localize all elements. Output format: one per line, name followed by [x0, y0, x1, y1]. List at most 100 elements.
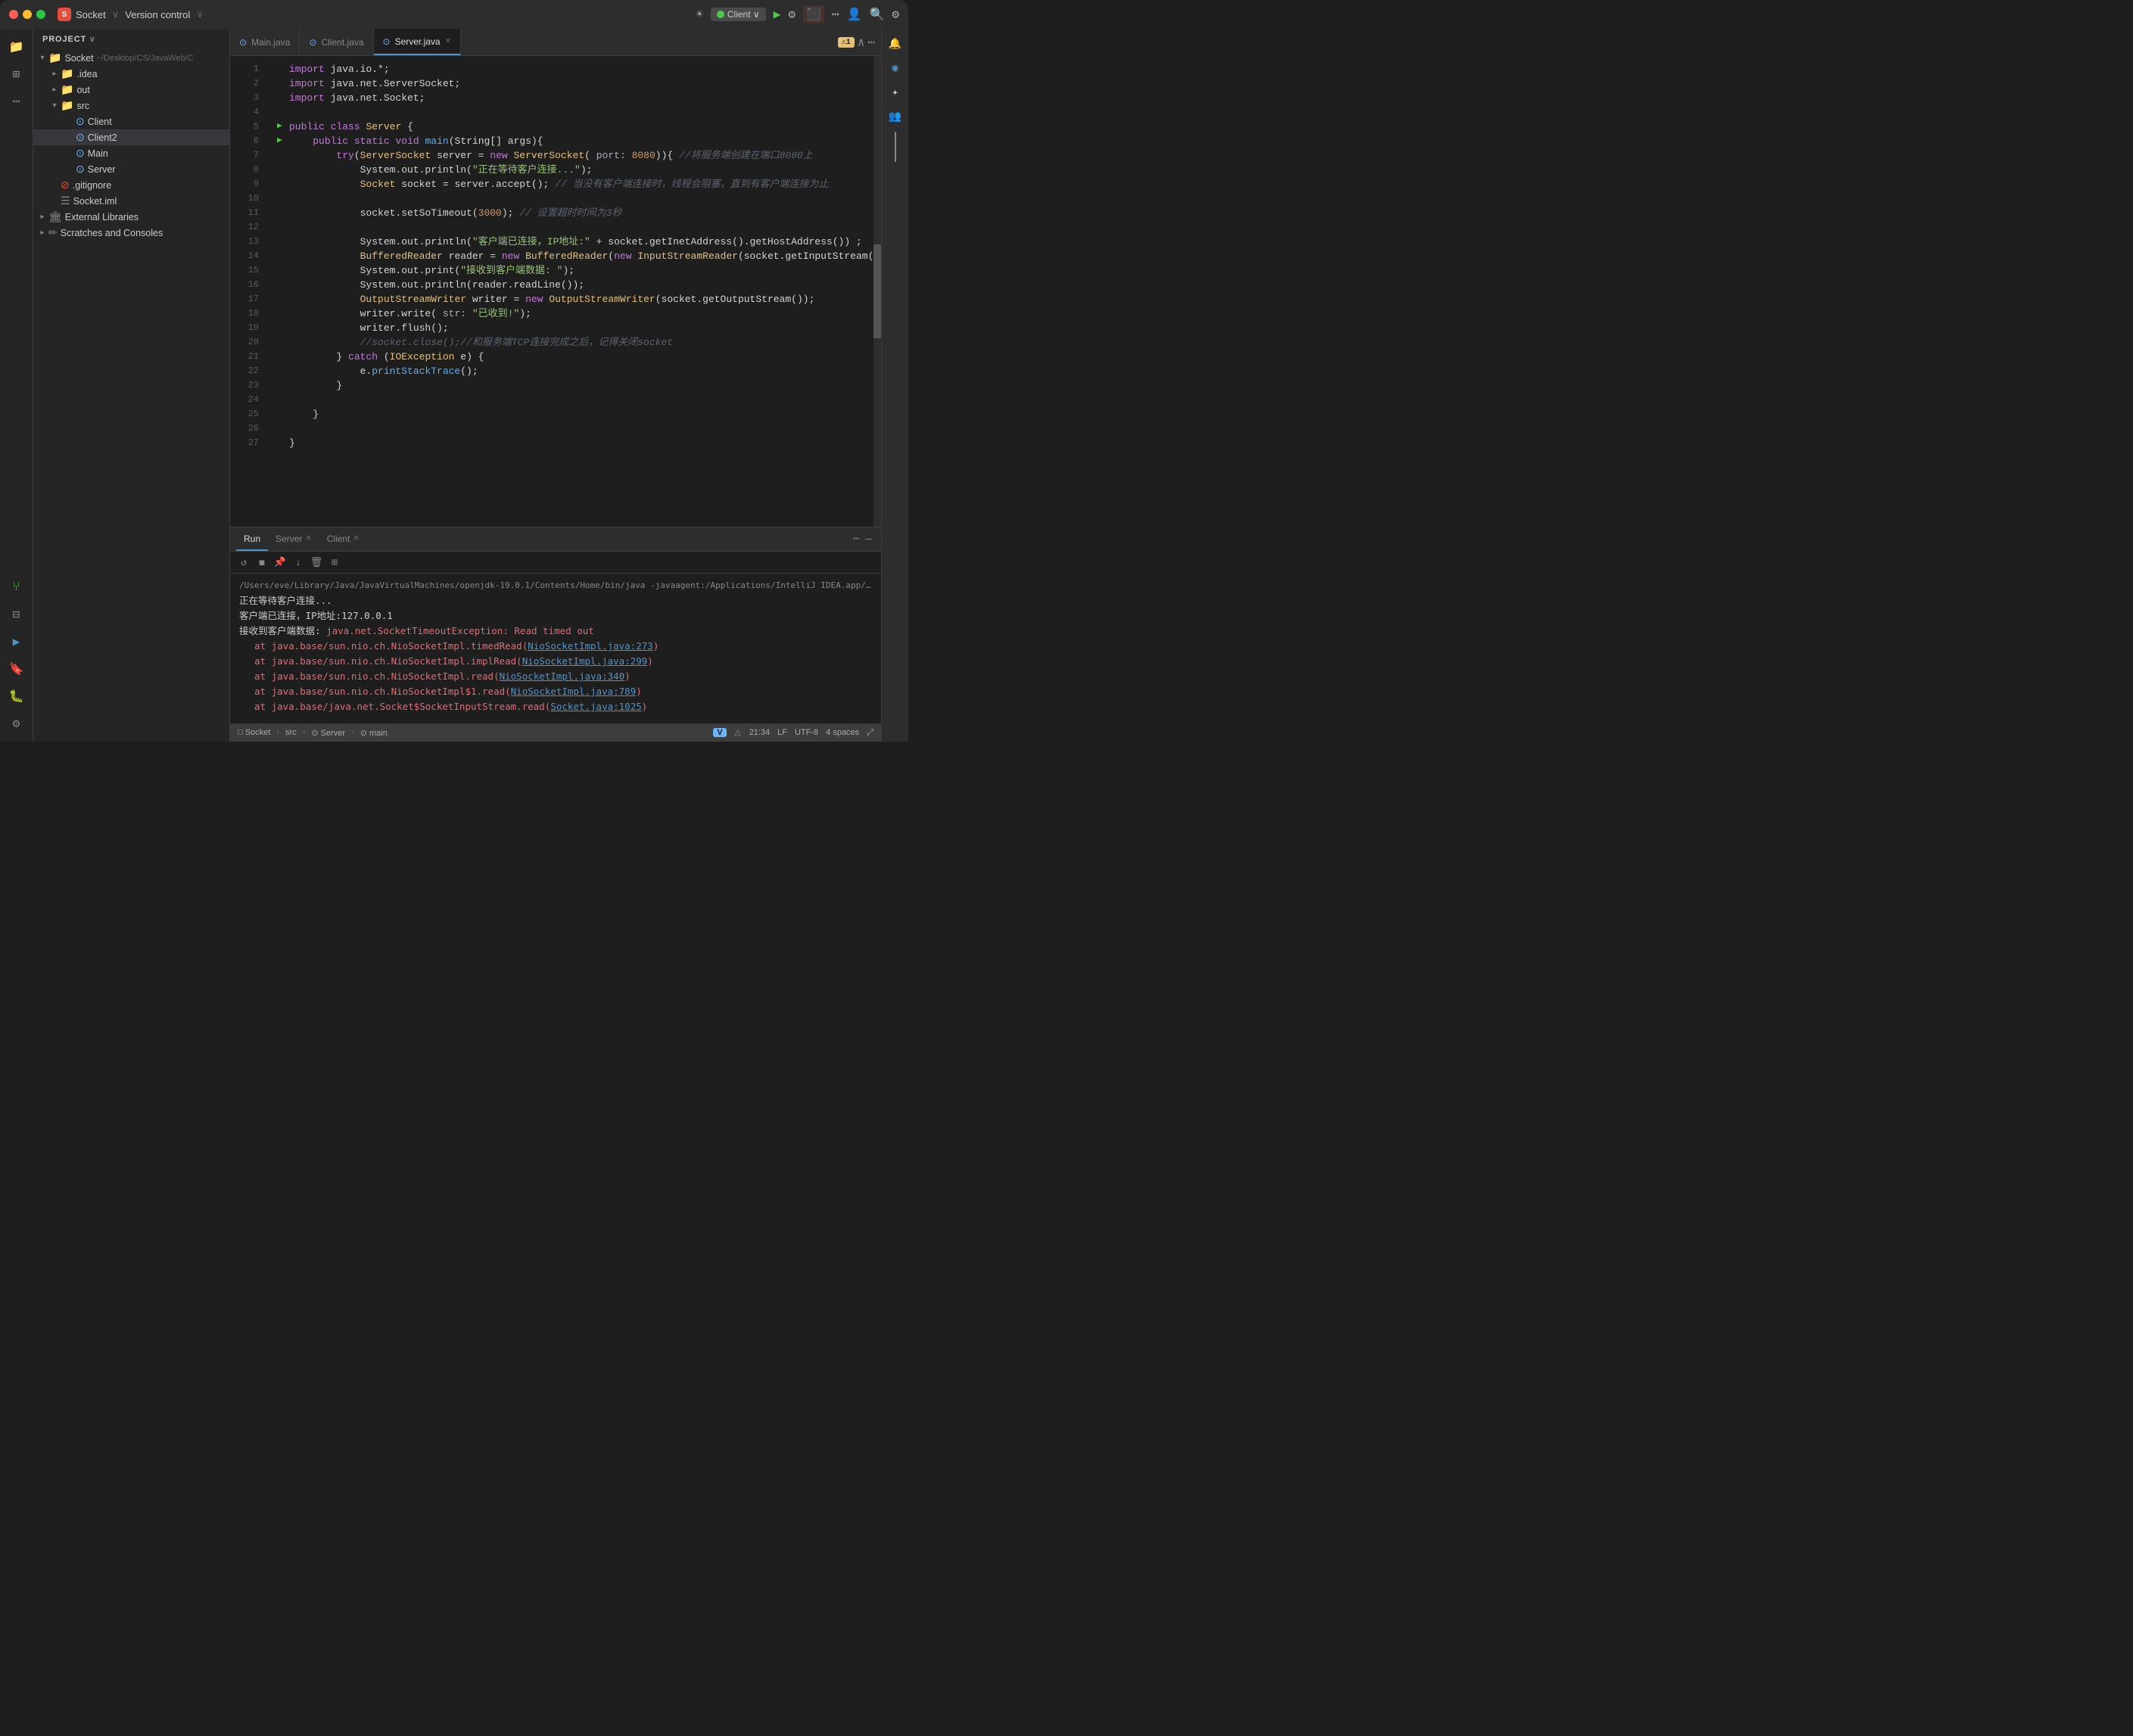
tree-item-idea[interactable]: ▸ 📁 .idea	[33, 66, 229, 82]
tree-label-gitignore: .gitignore	[73, 180, 111, 191]
minimize-button[interactable]	[23, 10, 32, 19]
client-run-dropdown[interactable]: Client ∨	[711, 8, 766, 21]
code-line-9: Socket socket = server.accept(); // 当没有客…	[274, 177, 873, 191]
tree-item-client2[interactable]: ⊙ Client2	[33, 129, 229, 145]
tree-item-src[interactable]: ▾ 📁 src	[33, 98, 229, 114]
console-error-3: at java.base/sun.nio.ch.NioSocketImpl.re…	[254, 669, 872, 684]
run-button[interactable]: ▶	[774, 7, 781, 22]
tree-label-socket-iml: Socket.iml	[73, 196, 117, 207]
bottom-tab-server[interactable]: Server ✕	[268, 527, 319, 551]
bottom-tab-client[interactable]: Client ✕	[319, 527, 367, 551]
tree-item-client[interactable]: ⊙ Client	[33, 114, 229, 129]
ai-assistant-icon[interactable]: ◉	[886, 59, 905, 77]
status-encoding[interactable]: UTF-8	[795, 728, 818, 737]
server-tab-close[interactable]: ✕	[305, 534, 311, 543]
tab-close-server[interactable]: ✕	[445, 37, 451, 45]
maximize-button[interactable]	[36, 10, 45, 19]
code-line-7: try(ServerSocket server = new ServerSock…	[274, 148, 873, 163]
left-icon-bar: 📁 ⊞ ⋯ ⑂ ⊟ ▶ 🔖 🐛 ⚙	[0, 29, 33, 742]
console-output: /Users/eve/Library/Java/JavaVirtualMachi…	[230, 574, 881, 723]
tree-item-scratches[interactable]: ▸ ✏ Scratches and Consoles	[33, 225, 229, 241]
status-server: ⊙ Server	[311, 728, 345, 738]
tree-label-socket: Socket	[64, 53, 93, 64]
right-bar-divider	[895, 132, 896, 162]
bottom-tabs: Run Server ✕ Client ✕ ⋯ —	[230, 527, 881, 552]
notifications-icon[interactable]: 🔔	[886, 35, 905, 53]
sun-icon[interactable]: ☀	[696, 7, 703, 22]
more-tools-icon[interactable]: ⋯	[5, 89, 29, 114]
clear-button[interactable]: 🗑	[309, 555, 324, 570]
tab-server-java[interactable]: ⊙ Server.java ✕	[374, 29, 461, 55]
code-line-21: } catch (IOException e) {	[274, 350, 873, 364]
status-v-icon[interactable]: V	[713, 728, 726, 737]
rerun-button[interactable]: ↺	[236, 555, 251, 570]
git-icon[interactable]: ⑂	[5, 575, 29, 599]
stop-button[interactable]: ◼	[254, 555, 269, 570]
debug-icon[interactable]: 🐛	[5, 684, 29, 708]
run-arrow-5[interactable]: ▶	[277, 120, 289, 134]
client-tab-close[interactable]: ✕	[353, 534, 359, 543]
sidebar-dropdown-icon[interactable]: ∨	[89, 36, 95, 44]
bottom-minimize-icon[interactable]: —	[863, 534, 875, 546]
error-link-4[interactable]: NioSocketImpl.java:789	[511, 686, 637, 697]
tab-expand-icon[interactable]: ⋯	[867, 35, 875, 50]
tree-item-server[interactable]: ⊙ Server	[33, 161, 229, 177]
status-warnings: ⚠	[734, 728, 742, 738]
record-button[interactable]: ⬛	[803, 5, 824, 23]
console-toolbar: ↺ ◼ 📌 ↓ 🗑 ⊞	[230, 552, 881, 574]
settings2-icon[interactable]: ⚙	[5, 711, 29, 736]
tree-arrow-idea: ▸	[48, 70, 61, 78]
close-button[interactable]	[9, 10, 18, 19]
code-line-6: ▶ public static void main(String[] args)…	[274, 134, 873, 148]
app-name[interactable]: Socket	[76, 9, 106, 20]
error-link-2[interactable]: NioSocketImpl.java:299	[522, 655, 648, 667]
search-icon[interactable]: 🔍	[869, 7, 884, 22]
user-icon[interactable]: 👤	[847, 7, 862, 22]
status-expand-icon[interactable]: ⤢	[867, 728, 873, 738]
tree-item-socket-iml[interactable]: ☰ Socket.iml	[33, 193, 229, 209]
terminal-icon[interactable]: ⊟	[5, 602, 29, 627]
java-icon-main: ⊙	[76, 147, 85, 160]
minimap-scrollbar[interactable]	[873, 56, 881, 527]
tab-client-java[interactable]: ⊙ Client.java	[300, 29, 373, 55]
code-line-23: }	[274, 378, 873, 393]
error-link-3[interactable]: NioSocketImpl.java:340	[500, 670, 625, 682]
tree-item-gitignore[interactable]: ⊘ .gitignore	[33, 177, 229, 193]
version-control-label[interactable]: Version control	[125, 9, 190, 20]
run-console-icon[interactable]: ▶	[5, 630, 29, 654]
tree-label-server: Server	[88, 164, 116, 175]
tree-arrow-socket: ▾	[36, 54, 48, 62]
tree-arrow-external-libs: ▸	[36, 213, 48, 221]
app-title: S Socket ∨ Version control ∨	[58, 8, 205, 21]
gear-icon[interactable]: ⚙	[892, 7, 899, 22]
structure-icon[interactable]: ⊞	[5, 62, 29, 86]
error-link-5[interactable]: Socket.java:1025	[550, 701, 641, 712]
status-lf[interactable]: LF	[777, 728, 787, 737]
bookmark-icon[interactable]: 🔖	[5, 657, 29, 681]
tree-item-main[interactable]: ⊙ Main	[33, 145, 229, 161]
line-numbers: 12345 678910 1112131415 1617181920 21222…	[230, 56, 268, 527]
copilot-icon[interactable]: ✦	[886, 83, 905, 101]
status-bar: □ Socket › src › ⊙ Server › ⊙ main V ⚠ 2…	[230, 723, 881, 742]
tab-collapse-icon[interactable]: ∧	[858, 35, 865, 50]
tree-label-scratches: Scratches and Consoles	[61, 228, 163, 238]
bottom-more-icon[interactable]: ⋯	[850, 533, 862, 546]
bottom-tab-run[interactable]: Run	[236, 527, 268, 551]
tree-item-out[interactable]: ▸ 📁 out	[33, 82, 229, 98]
plugin-icon[interactable]: 👥	[886, 107, 905, 126]
tree-item-external-libs[interactable]: ▸ 🏛 External Libraries	[33, 209, 229, 225]
tab-main-java[interactable]: ⊙ Main.java	[230, 29, 300, 55]
error-link-1[interactable]: NioSocketImpl.java:273	[528, 640, 653, 652]
tree-item-socket[interactable]: ▾ 📁 Socket ~/Desktop/CS/JavaWeb/C	[33, 50, 229, 66]
run-arrow-6[interactable]: ▶	[277, 134, 289, 148]
tab-bar: ⊙ Main.java ⊙ Client.java ⊙ Server.java …	[230, 29, 881, 56]
settings-icon[interactable]: ⚙	[788, 7, 796, 22]
folder-icon[interactable]: 📁	[5, 35, 29, 59]
server-tab-label: Server	[276, 534, 302, 544]
more-icon[interactable]: ⋯	[832, 7, 839, 22]
pin-button[interactable]: 📌	[272, 555, 288, 570]
status-spaces[interactable]: 4 spaces	[826, 728, 859, 737]
scroll-down-button[interactable]: ↓	[291, 555, 306, 570]
java-icon-server: ⊙	[76, 163, 85, 176]
fold-button[interactable]: ⊞	[327, 555, 342, 570]
